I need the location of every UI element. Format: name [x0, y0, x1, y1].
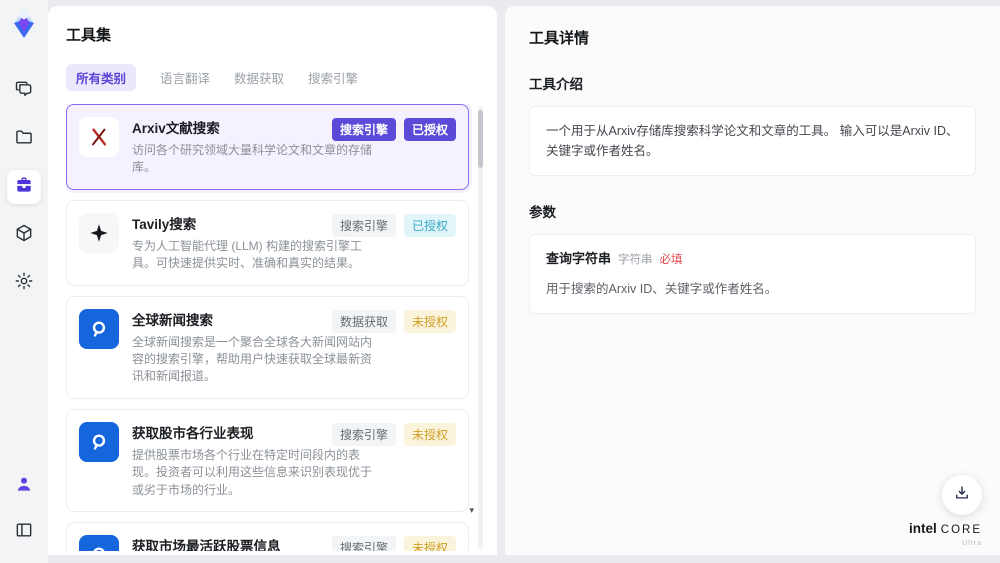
details-title: 工具详情 — [529, 30, 590, 47]
page-title: 工具集 — [66, 27, 112, 44]
sidebar-item-collapse[interactable] — [7, 515, 41, 549]
tab-搜索引擎[interactable]: 搜索引擎 — [308, 64, 358, 91]
tool-auth-badge: 未授权 — [403, 309, 456, 333]
tool-description: 专为人工智能代理 (LLM) 构建的搜索引擎工具。可快速提供实时、准确和真实的结… — [132, 238, 363, 271]
toolbox-icon — [14, 175, 34, 200]
intro-text: 一个用于从Arxiv存储库搜索科学论文和文章的工具。 输入可以是Arxiv ID… — [546, 124, 959, 158]
sidebar-item-packages[interactable] — [7, 218, 41, 252]
scroll-down-caret-icon[interactable]: ▾ — [469, 506, 474, 515]
sidebar-nav — [7, 74, 41, 300]
chat-icon — [14, 79, 34, 104]
tool-card[interactable]: Arxiv文献搜索 访问各个研究领域大量科学论文和文章的存储库。 搜索引擎 已授… — [66, 104, 469, 190]
tool-category-tag: 数据获取 — [331, 309, 396, 333]
tool-card[interactable]: 全球新闻搜索 全球新闻搜索是一个聚合全球各大新闻网站内容的搜索引擎，帮助用户快速… — [66, 295, 469, 399]
news-search-icon — [79, 421, 119, 462]
download-icon — [953, 484, 971, 507]
params-heading: 参数 — [529, 205, 556, 220]
package-icon — [14, 223, 34, 248]
tool-category-tag: 搜索引擎 — [331, 422, 396, 446]
tool-description: 全球新闻搜索是一个聚合全球各大新闻网站内容的搜索引擎，帮助用户快速获取全球最新资… — [132, 334, 373, 384]
app-logo-gem-icon[interactable] — [8, 8, 40, 40]
tool-tags: 搜索引擎 已授权 — [331, 118, 456, 141]
sidebar-item-settings[interactable] — [7, 266, 41, 300]
intel-core-logo: intel CORE Ultra — [909, 521, 982, 547]
tool-tags: 搜索引擎 未授权 — [331, 422, 456, 446]
tab-语言翻译[interactable]: 语言翻译 — [160, 64, 210, 91]
param-name: 查询字符串 — [546, 251, 612, 266]
tool-category-tag: 搜索引擎 — [331, 118, 396, 141]
arxiv-logo-icon — [79, 117, 119, 157]
param-required-badge: 必填 — [659, 254, 683, 266]
panel-layout-icon — [14, 520, 34, 545]
tab-数据获取[interactable]: 数据获取 — [234, 64, 284, 91]
tool-category-tag: 搜索引擎 — [331, 213, 396, 237]
tool-auth-badge: 未授权 — [403, 422, 456, 446]
download-button[interactable] — [942, 475, 982, 515]
tool-tags: 搜索引擎 已授权 — [331, 213, 456, 237]
sidebar-item-files[interactable] — [7, 122, 41, 156]
brand-sub-label: Ultra — [962, 540, 982, 547]
sparkle-star-icon — [79, 212, 119, 253]
tab-所有类别[interactable]: 所有类别 — [66, 64, 137, 91]
tool-list: Arxiv文献搜索 访问各个研究领域大量科学论文和文章的存储库。 搜索引擎 已授… — [66, 104, 483, 551]
tool-card[interactable]: 获取市场最活跃股票信息 提供当天交易量最高的股票列表，投资者可以利用这些信息来识… — [66, 521, 469, 551]
brand-word-core: CORE — [940, 524, 982, 536]
tool-auth-badge: 已授权 — [403, 118, 456, 141]
user-avatar-icon — [14, 474, 34, 499]
sidebar-item-chat[interactable] — [7, 74, 41, 108]
settings-gear-icon — [14, 271, 34, 296]
tool-auth-badge: 已授权 — [403, 213, 456, 237]
sidebar-item-toolset[interactable] — [7, 170, 41, 204]
param-type: 字符串 — [618, 254, 653, 266]
toolset-panel: 工具集 所有类别 语言翻译 数据获取 搜索引擎 Arxiv文献搜索 访问各个研究领域大… — [48, 6, 497, 555]
tool-card[interactable]: 获取股市各行业表现 提供股票市场各个行业在特定时间段内的表现。投资者可以利用这些… — [66, 408, 469, 512]
tool-auth-badge: 未授权 — [403, 535, 456, 551]
sidebar-item-account[interactable] — [7, 469, 41, 503]
param-box: 查询字符串 字符串 必填 用于搜索的Arxiv ID、关键字或作者姓名。 — [529, 234, 976, 314]
scrollbar-track[interactable] — [478, 106, 483, 549]
intro-heading: 工具介绍 — [529, 77, 583, 92]
sidebar-bottom — [7, 469, 41, 563]
tool-details-panel: 工具详情 工具介绍 一个用于从Arxiv存储库搜索科学论文和文章的工具。 输入可… — [505, 6, 1000, 555]
folder-icon — [14, 127, 34, 152]
tool-category-tag: 搜索引擎 — [331, 535, 396, 551]
param-desc: 用于搜索的Arxiv ID、关键字或作者姓名。 — [546, 281, 778, 296]
app-sidebar — [0, 0, 48, 563]
tool-card[interactable]: Tavily搜索 专为人工智能代理 (LLM) 构建的搜索引擎工具。可快速提供实… — [66, 199, 469, 286]
category-tabs: 所有类别 语言翻译 数据获取 搜索引擎 — [66, 64, 483, 91]
intro-box: 一个用于从Arxiv存储库搜索科学论文和文章的工具。 输入可以是Arxiv ID… — [529, 106, 976, 176]
tool-description: 访问各个研究领域大量科学论文和文章的存储库。 — [132, 143, 373, 175]
scrollbar-thumb[interactable] — [478, 110, 483, 168]
param-row: 查询字符串 字符串 必填 — [546, 249, 959, 270]
tool-tags: 搜索引擎 未授权 — [331, 535, 456, 551]
tool-tags: 数据获取 未授权 — [331, 309, 456, 333]
news-search-icon — [79, 534, 119, 551]
brand-word-intel: intel — [909, 521, 937, 536]
news-search-icon — [79, 308, 119, 349]
tool-description: 提供股票市场各个行业在特定时间段内的表现。投资者可以利用这些信息来识别表现优于或… — [132, 447, 373, 497]
